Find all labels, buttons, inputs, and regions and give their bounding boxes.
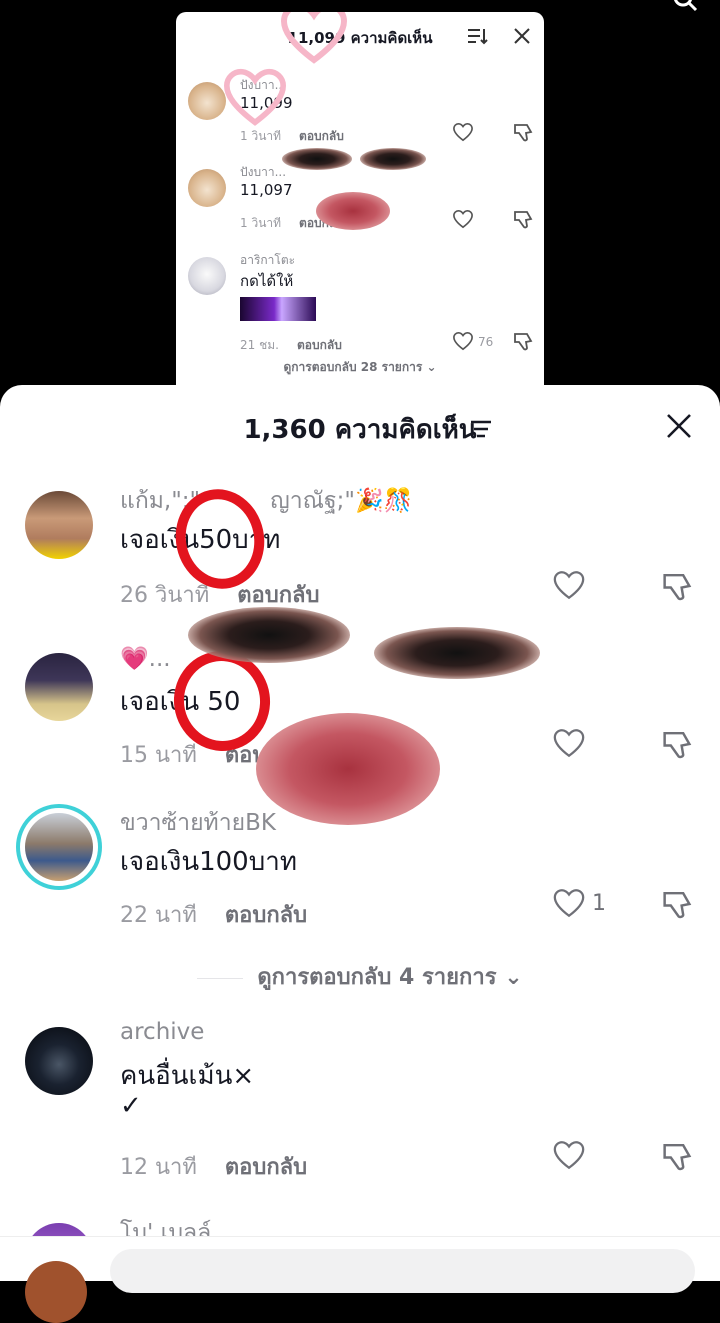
comment-author[interactable]: แก้ม,":" ญาณัฐ;"🎉🎊 [120, 483, 412, 519]
eye-sticker [282, 148, 352, 170]
comment-text: กดได้ให้ [240, 272, 294, 290]
avatar[interactable] [25, 1027, 93, 1095]
comment-input-bar [0, 1236, 720, 1323]
comment-text: คนอื่นเม้น× [120, 1061, 255, 1091]
reply-button[interactable]: ตอบกลับ [225, 1155, 307, 1180]
reply-button[interactable]: ตอบกลับ [299, 129, 344, 143]
comment-time: 26 วินาที [120, 583, 210, 608]
avatar[interactable] [25, 653, 93, 721]
comment-text: 11,097 [240, 181, 293, 199]
comment-author[interactable]: ปังบาา... [240, 163, 286, 182]
avatar[interactable] [188, 169, 226, 207]
sort-icon[interactable] [466, 26, 488, 46]
lips-sticker [256, 713, 440, 825]
comment-input[interactable] [110, 1249, 695, 1293]
close-icon[interactable] [666, 413, 692, 439]
comment-meta: 1 วินาที ตอบกลับ [240, 127, 344, 146]
comment-meta: 21 ชม. ตอบกลับ [240, 336, 342, 355]
comment-meta: 12 นาที ตอบกลับ [120, 1149, 307, 1184]
heart-icon[interactable] [552, 727, 586, 759]
like-count: 1 [592, 891, 606, 916]
comment-author-part: ญาณัฐ;"🎉🎊 [270, 488, 413, 514]
video-background: 11,099 ความคิดเห็น ปังบาา... 11,099 1 วิ… [0, 0, 720, 385]
eye-sticker [188, 607, 350, 663]
dislike-icon[interactable] [660, 887, 694, 921]
heart-icon[interactable] [452, 122, 474, 142]
lips-sticker [316, 192, 390, 230]
comment-time: 1 วินาที [240, 129, 282, 143]
search-icon[interactable] [672, 0, 698, 12]
close-icon[interactable] [512, 26, 532, 46]
comment-time: 1 วินาที [240, 216, 282, 230]
dislike-icon[interactable] [512, 209, 534, 229]
heart-icon[interactable] [552, 569, 586, 601]
view-replies-link[interactable]: ดูการตอบกลับ 4 รายการ ⌄ [0, 959, 720, 994]
heart-icon[interactable] [452, 209, 474, 229]
comment-author[interactable]: ขวาซ้ายท้ายBK [120, 805, 276, 841]
divider [197, 977, 244, 979]
comment-author[interactable]: 💗... [120, 645, 171, 672]
eye-sticker [374, 627, 540, 679]
sticker-image [240, 297, 316, 321]
comment-author[interactable]: อาริกาโตะ [240, 251, 295, 270]
reply-button[interactable]: ตอบกลับ [225, 903, 307, 928]
heart-sticker-icon [280, 12, 348, 64]
comment-time: 21 ชม. [240, 338, 279, 352]
filter-icon[interactable] [470, 419, 492, 439]
comment-time: 15 นาที [120, 743, 197, 768]
comment-time: 22 นาที [120, 903, 197, 928]
avatar [25, 1261, 87, 1323]
comment-author[interactable]: archive [120, 1019, 204, 1045]
comment-meta: 22 นาที ตอบกลับ [120, 897, 307, 932]
inner-comments-sheet: 11,099 ความคิดเห็น ปังบาา... 11,099 1 วิ… [176, 12, 544, 385]
avatar[interactable] [25, 491, 93, 559]
sheet-header: 1,360 ความคิดเห็น [0, 385, 720, 465]
dislike-icon[interactable] [512, 331, 534, 351]
sheet-title: 1,360 ความคิดเห็น [243, 415, 477, 445]
view-replies-link[interactable]: ดูการตอบกลับ 28 รายการ ⌄ [176, 358, 544, 377]
dislike-icon[interactable] [660, 1139, 694, 1173]
view-replies-label: ดูการตอบกลับ 4 รายการ ⌄ [257, 965, 523, 990]
avatar[interactable] [188, 257, 226, 295]
reply-button[interactable]: ตอบกลับ [237, 583, 319, 608]
eye-sticker [360, 148, 426, 170]
inner-sheet-title: 11,099 ความคิดเห็น [287, 29, 433, 47]
reply-button[interactable]: ตอบกลับ [297, 338, 342, 352]
comments-sheet: 1,360 ความคิดเห็น แก้ม,":" ญาณัฐ;"🎉🎊 เจอเ… [0, 385, 720, 1280]
heart-sticker-icon [223, 68, 287, 126]
comment-time: 12 นาที [120, 1155, 197, 1180]
avatar[interactable] [25, 813, 93, 881]
comment-text: เจอเงิน100บาท [120, 847, 297, 877]
dislike-icon[interactable] [512, 122, 534, 142]
dislike-icon[interactable] [660, 727, 694, 761]
like-count: 76 [478, 335, 494, 349]
heart-icon[interactable] [552, 1139, 586, 1171]
heart-icon[interactable] [552, 887, 586, 919]
heart-icon[interactable] [452, 331, 474, 351]
inner-sheet-header: 11,099 ความคิดเห็น [176, 12, 544, 60]
dislike-icon[interactable] [660, 569, 694, 603]
comment-text-line: ✓ [120, 1091, 142, 1121]
